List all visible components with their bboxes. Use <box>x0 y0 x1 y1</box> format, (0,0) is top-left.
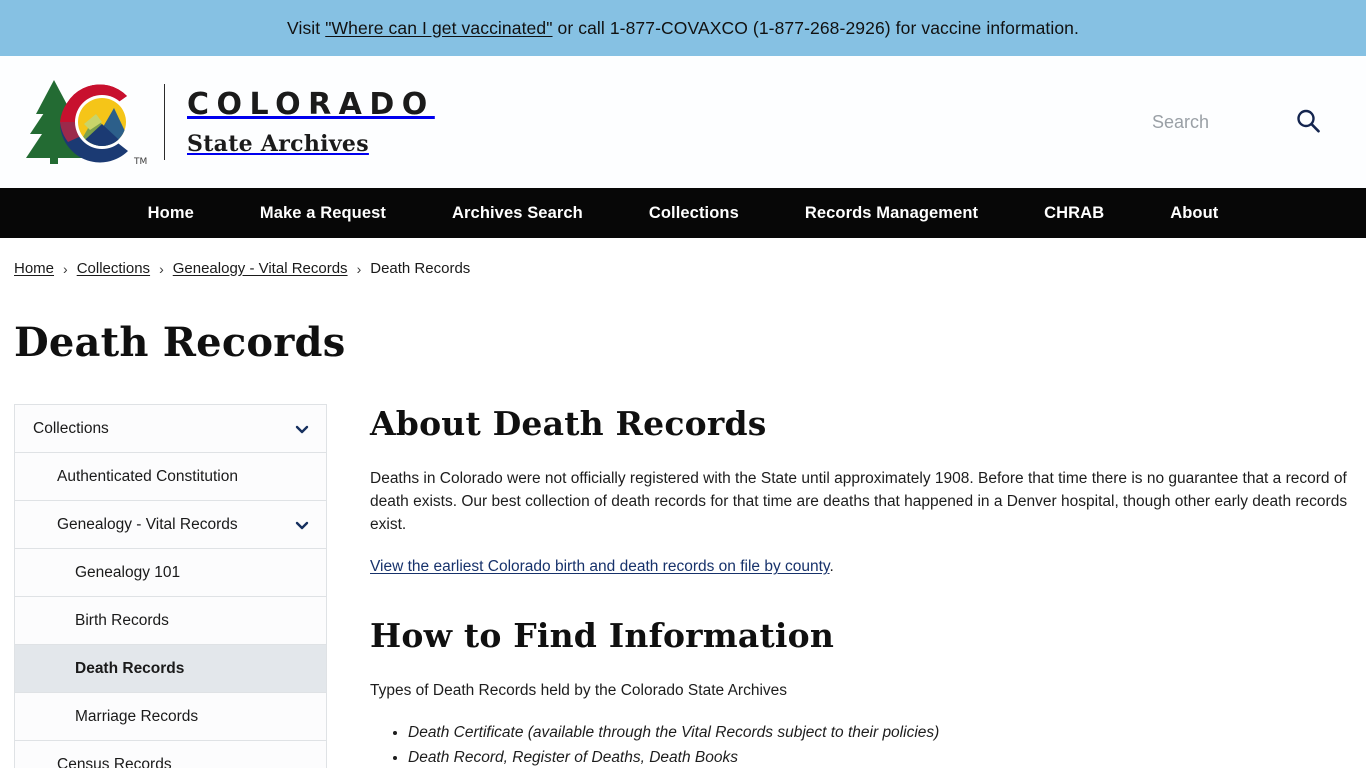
chevron-down-icon[interactable] <box>294 421 310 437</box>
breadcrumb-separator-icon: › <box>159 260 164 277</box>
nav-item-collections[interactable]: Collections <box>616 188 772 238</box>
list-item: Death Certificate (available through the… <box>408 721 1352 744</box>
header-search <box>1152 107 1326 138</box>
earliest-records-link[interactable]: View the earliest Colorado birth and dea… <box>370 558 830 575</box>
breadcrumb: Home › Collections › Genealogy - Vital R… <box>0 238 1366 277</box>
brand-state-archives: State Archives <box>187 130 369 157</box>
sidebar-item-label: Genealogy 101 <box>75 563 181 581</box>
nav-item-chrab[interactable]: CHRAB <box>1011 188 1137 238</box>
list-item: Death Record, Register of Deaths, Death … <box>408 746 1352 768</box>
site-header: TM COLORADO State Archives <box>0 56 1366 188</box>
vaccination-link[interactable]: "Where can I get vaccinated" <box>325 18 552 38</box>
sidebar-item-collections[interactable]: Collections <box>15 405 326 453</box>
sidebar-item-label: Collections <box>33 419 109 437</box>
sidebar-item-label: Death Records <box>75 659 185 677</box>
sidebar-item-genealogy-101[interactable]: Genealogy 101 <box>15 549 326 597</box>
brand-colorado: COLORADO <box>187 86 435 122</box>
sidebar-item-census-records[interactable]: Census Records <box>15 741 326 768</box>
heading-about-death-records: About Death Records <box>370 404 767 443</box>
alert-prefix: Visit <box>287 17 326 38</box>
search-input[interactable] <box>1152 111 1272 133</box>
breadcrumb-separator-icon: › <box>356 260 362 277</box>
breadcrumb-item-current: Death Records <box>370 260 471 277</box>
breadcrumb-separator-icon: › <box>63 260 68 277</box>
logo-divider <box>164 84 165 160</box>
sidebar-item-birth-records[interactable]: Birth Records <box>15 597 326 645</box>
sidebar-item-authenticated-constitution[interactable]: Authenticated Constitution <box>15 453 326 501</box>
main-navigation: Home Make a Request Archives Search Coll… <box>0 188 1366 238</box>
sidebar-item-label: Census Records <box>57 755 172 768</box>
paragraph-about-death-records: Deaths in Colorado were not officially r… <box>370 470 1348 533</box>
site-logo-link[interactable]: TM COLORADO State Archives <box>24 74 435 170</box>
search-icon <box>1294 107 1322 138</box>
page-layout: Collections Authenticated Constitution G… <box>0 404 1366 768</box>
earliest-records-period: . <box>829 558 834 575</box>
nav-item-archives-search[interactable]: Archives Search <box>419 188 616 238</box>
breadcrumb-item-collections[interactable]: Collections <box>77 260 150 277</box>
sidebar-item-death-records[interactable]: Death Records <box>15 645 326 693</box>
death-record-types-list: Death Certificate (available through the… <box>370 721 1352 768</box>
page-title: Death Records <box>14 319 346 366</box>
covid-alert-banner: Visit "Where can I get vaccinated" or ca… <box>0 0 1366 56</box>
svg-text:TM: TM <box>133 157 147 167</box>
earliest-records-line: View the earliest Colorado birth and dea… <box>370 555 1352 578</box>
sidebar-item-label: Birth Records <box>75 611 169 629</box>
nav-item-about[interactable]: About <box>1137 188 1251 238</box>
nav-item-home[interactable]: Home <box>115 188 227 238</box>
sidebar-item-label: Genealogy - Vital Records <box>57 515 238 533</box>
nav-item-make-a-request[interactable]: Make a Request <box>227 188 419 238</box>
heading-how-to-find-information: How to Find Information <box>370 616 835 655</box>
search-button[interactable] <box>1294 107 1322 138</box>
nav-item-records-management[interactable]: Records Management <box>772 188 1011 238</box>
breadcrumb-item-genealogy-vital-records[interactable]: Genealogy - Vital Records <box>173 260 348 277</box>
breadcrumb-item-home[interactable]: Home <box>14 260 54 277</box>
alert-suffix: or call 1-877-COVAXCO (1-877-268-2926) f… <box>552 17 1079 38</box>
alert-text: Visit "Where can I get vaccinated" or ca… <box>287 18 1079 39</box>
chevron-down-icon[interactable] <box>294 517 310 533</box>
sidebar-item-genealogy-vital-records[interactable]: Genealogy - Vital Records <box>15 501 326 549</box>
sidebar-item-label: Marriage Records <box>75 707 199 725</box>
sidebar-item-label: Authenticated Constitution <box>57 467 238 485</box>
colorado-state-logo-icon: TM <box>24 74 152 170</box>
main-content: About Death Records Deaths in Colorado w… <box>355 404 1352 768</box>
types-intro-text: Types of Death Records held by the Color… <box>370 682 788 699</box>
sidebar-navigation: Collections Authenticated Constitution G… <box>14 404 327 768</box>
sidebar-item-marriage-records[interactable]: Marriage Records <box>15 693 326 741</box>
